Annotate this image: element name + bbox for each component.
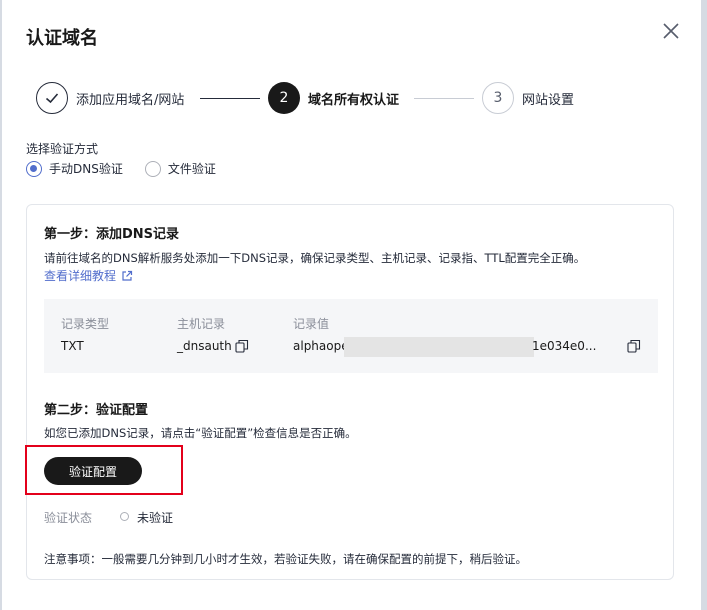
radio-manual-dns[interactable]: 手动DNS验证	[26, 160, 123, 177]
step-3-label: 网站设置	[522, 93, 575, 108]
verify-method-radio-group: 手动DNS验证 文件验证	[26, 160, 238, 177]
external-link-icon	[122, 270, 133, 281]
step1-title: 第一步：添加DNS记录	[44, 227, 180, 242]
step-3-circle: 3	[482, 82, 514, 114]
radio-label: 文件验证	[167, 162, 216, 176]
radio-checked-icon	[26, 160, 42, 177]
radio-unchecked-icon	[144, 160, 161, 177]
record-value-end: 1e034e0...	[532, 339, 597, 353]
column-header-record-type: 记录类型	[61, 317, 110, 331]
stepper: 添加应用域名/网站 2 域名所有权认证 3 网站设置	[36, 82, 656, 114]
tutorial-link-label: 查看详细教程	[44, 269, 117, 283]
record-type-value: TXT	[61, 339, 84, 353]
host-value: _dnsauth	[177, 339, 232, 353]
step-2-circle: 2	[268, 82, 300, 114]
column-header-value: 记录值	[293, 317, 330, 331]
status-indicator-icon	[120, 512, 129, 521]
radio-file[interactable]: 文件验证	[144, 160, 216, 177]
verification-panel: 第一步：添加DNS记录 请前往域名的DNS解析服务处添加一下DNS记录，确保记录…	[25, 204, 674, 580]
status-value: 未验证	[137, 511, 174, 525]
notice-text: 注意事项：一般需要几分钟到几小时才生效，若验证失败，请在确保配置的前提下，稍后验…	[44, 552, 527, 566]
verify-method-label: 选择验证方式	[26, 142, 99, 156]
verify-config-button[interactable]: 验证配置	[44, 457, 142, 485]
check-icon	[45, 93, 59, 104]
radio-label: 手动DNS验证	[49, 162, 123, 176]
dns-record-table: 记录类型 主机记录 记录值 TXT _dnsauth alphaoper 1e0…	[44, 299, 658, 373]
step2-title: 第二步：验证配置	[44, 403, 149, 418]
status-label: 验证状态	[44, 511, 93, 525]
copy-host-icon[interactable]	[235, 339, 249, 353]
step1-description: 请前往域名的DNS解析服务处添加一下DNS记录，确保记录类型、主机记录、记录指、…	[44, 251, 586, 265]
redacted-value	[344, 337, 534, 357]
step2-description: 如您已添加DNS记录，请点击“验证配置”检查信息是否正确。	[44, 426, 357, 440]
background-page-right	[701, 0, 707, 610]
copy-value-icon[interactable]	[627, 339, 641, 353]
step-2-label: 域名所有权认证	[308, 93, 400, 108]
step-1-circle	[36, 82, 68, 114]
tutorial-link[interactable]: 查看详细教程	[44, 267, 133, 284]
close-icon[interactable]	[660, 20, 682, 42]
step-1-label: 添加应用域名/网站	[76, 93, 185, 108]
column-header-host: 主机记录	[177, 317, 226, 331]
verify-domain-dialog: 认证域名 添加应用域名/网站 2 域名所有权认证 3 网站设置 选择验证方式 手…	[2, 0, 701, 610]
dialog-title: 认证域名	[26, 28, 98, 49]
step-connector-1	[200, 98, 260, 99]
step-connector-2	[414, 98, 474, 99]
